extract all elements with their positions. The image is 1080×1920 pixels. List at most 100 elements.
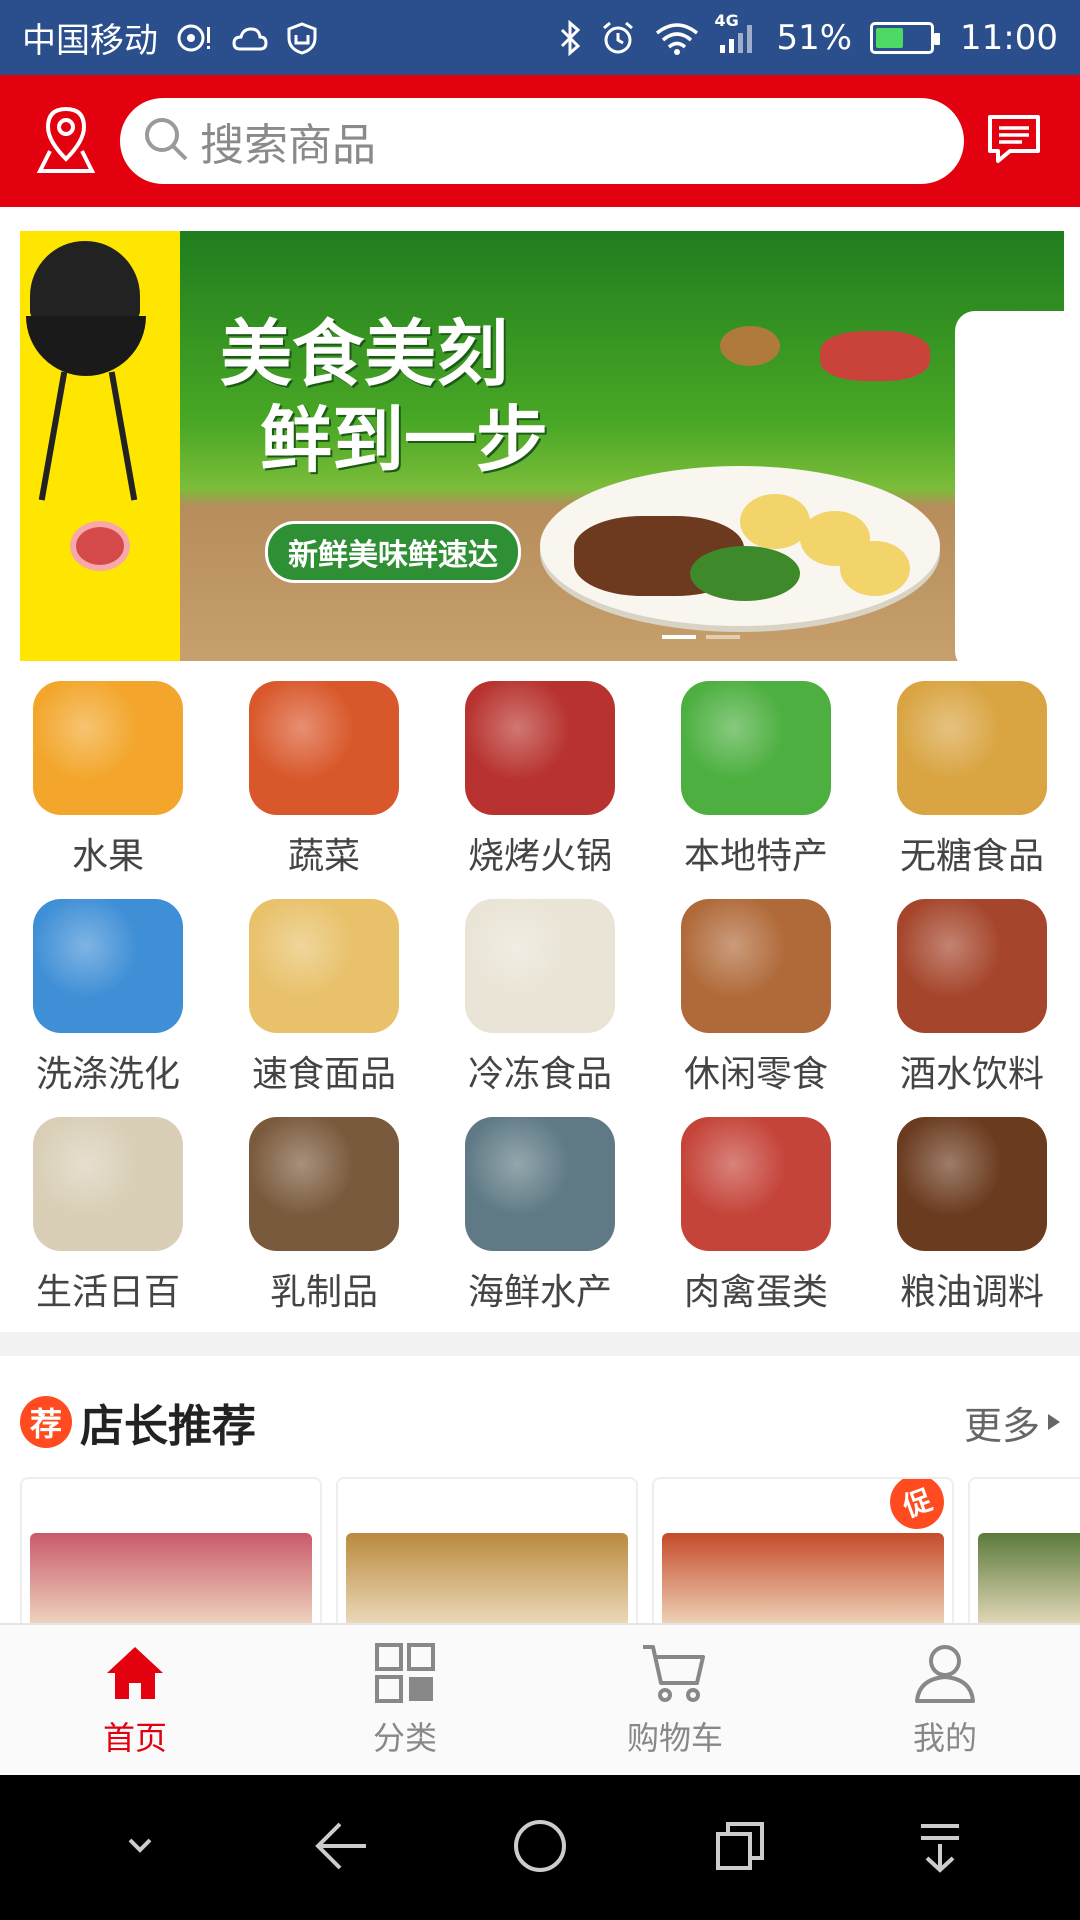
back-button[interactable] — [295, 1803, 385, 1893]
home-circle-icon — [510, 1816, 570, 1880]
product-image — [346, 1533, 628, 1623]
category-item[interactable]: 乳制品 — [216, 1117, 432, 1315]
category-label: 休闲零食 — [683, 1054, 828, 1095]
banner-subtitle: 新鲜美味鲜速达 — [265, 521, 521, 583]
category-label: 烧烤火锅 — [467, 836, 612, 877]
collapse-button[interactable] — [95, 1803, 185, 1893]
category-image — [465, 899, 615, 1033]
status-bar: 中国移动 4G 51% 11:00 — [0, 0, 1080, 75]
category-label: 生活日百 — [35, 1272, 180, 1313]
category-label: 本地特产 — [683, 836, 828, 877]
product-carousel[interactable]: 促 — [20, 1477, 1080, 1623]
banner-title-line2: 鲜到一步 — [260, 397, 549, 482]
category-image — [249, 681, 399, 815]
more-label: 更多 — [963, 1403, 1040, 1448]
system-nav-bar — [0, 1775, 1080, 1920]
grill-leg — [108, 371, 138, 501]
category-item[interactable]: 粮油调料 — [864, 1117, 1080, 1315]
recents-icon — [712, 1818, 768, 1878]
tab-label: 首页 — [102, 1719, 167, 1757]
clock: 11:00 — [960, 17, 1058, 58]
category-image — [897, 1117, 1047, 1251]
category-grid: 水果 蔬菜 烧烤火锅 本地特产 无糖食品洗涤洗化 速食面品 冷冻食品 休闲零食 酒水饮料生活日百… — [0, 681, 1080, 1315]
product-card[interactable] — [968, 1477, 1080, 1623]
category-label: 海鲜水产 — [467, 1272, 612, 1313]
collapse-icon — [120, 1834, 160, 1862]
cart-icon — [641, 1641, 709, 1709]
more-link[interactable]: 更多 — [964, 1395, 1060, 1450]
banner-title: 美食美刻 鲜到一步 — [220, 311, 548, 483]
category-item[interactable]: 无糖食品 — [864, 681, 1080, 879]
network-type: 4G — [714, 10, 739, 30]
user-icon — [913, 1641, 977, 1709]
bluetooth-icon — [558, 19, 582, 56]
main-content[interactable]: 美食美刻 鲜到一步 新鲜美味鲜速达 水果 蔬菜 烧烤火锅 本地特产 无糖食品洗涤洗化 速食… — [0, 207, 1080, 1623]
tab-cart[interactable]: 购物车 — [540, 1625, 810, 1775]
pineapple-image — [720, 326, 780, 366]
category-item[interactable]: 酒水饮料 — [864, 899, 1080, 1097]
category-item[interactable]: 休闲零食 — [648, 899, 864, 1097]
category-image — [897, 899, 1047, 1033]
product-card[interactable] — [336, 1477, 638, 1623]
category-item[interactable]: 肉禽蛋类 — [648, 1117, 864, 1315]
tab-label: 我的 — [912, 1719, 977, 1757]
basil-image — [690, 546, 800, 601]
recommend-header: 荐 店长推荐 更多 — [20, 1392, 1060, 1452]
category-item[interactable]: 蔬菜 — [216, 681, 432, 879]
category-image — [33, 1117, 183, 1251]
search-input[interactable]: 搜索商品 — [120, 98, 964, 184]
arrow-right-icon — [1048, 1414, 1060, 1430]
grill-image — [30, 241, 140, 321]
location-button[interactable] — [26, 101, 106, 181]
home-button[interactable] — [495, 1803, 585, 1893]
notification-pull-button[interactable] — [895, 1803, 985, 1893]
weather-icon — [232, 23, 268, 53]
ham-slice-image — [70, 521, 130, 571]
search-icon — [142, 115, 190, 167]
section-divider — [0, 1332, 1080, 1356]
category-image — [33, 681, 183, 815]
category-label: 酒水饮料 — [899, 1054, 1044, 1095]
category-image — [249, 899, 399, 1033]
category-image — [897, 681, 1047, 815]
banner-current-slide: 美食美刻 鲜到一步 新鲜美味鲜速达 — [180, 231, 1064, 661]
battery-icon — [870, 21, 941, 54]
message-button[interactable] — [974, 101, 1054, 181]
category-label: 蔬菜 — [287, 836, 360, 877]
grill-leg — [38, 371, 68, 501]
banner-dot[interactable] — [662, 635, 696, 639]
promo-banner[interactable]: 美食美刻 鲜到一步 新鲜美味鲜速达 — [20, 231, 1064, 661]
category-label: 粮油调料 — [899, 1272, 1044, 1313]
category-item[interactable]: 水果 — [0, 681, 216, 879]
tab-home[interactable]: 首页 — [0, 1625, 270, 1775]
category-image — [681, 899, 831, 1033]
tab-profile[interactable]: 我的 — [810, 1625, 1080, 1775]
product-card[interactable] — [20, 1477, 322, 1623]
category-item[interactable]: 海鲜水产 — [432, 1117, 648, 1315]
recents-button[interactable] — [695, 1803, 785, 1893]
banner-dot[interactable] — [706, 635, 740, 639]
category-image — [465, 1117, 615, 1251]
category-item[interactable]: 烧烤火锅 — [432, 681, 648, 879]
category-item[interactable]: 速食面品 — [216, 899, 432, 1097]
category-item[interactable]: 冷冻食品 — [432, 899, 648, 1097]
notification-pull-icon — [915, 1818, 965, 1878]
category-image — [249, 1117, 399, 1251]
carrier-name: 中国移动 — [22, 21, 158, 61]
tab-category[interactable]: 分类 — [270, 1625, 540, 1775]
category-item[interactable]: 本地特产 — [648, 681, 864, 879]
banner-title-line1: 美食美刻 — [220, 311, 509, 396]
product-image — [30, 1533, 312, 1623]
product-card[interactable]: 促 — [652, 1477, 954, 1623]
grill-bowl-image — [26, 316, 146, 376]
category-label: 水果 — [71, 836, 144, 877]
category-item[interactable]: 生活日百 — [0, 1117, 216, 1315]
search-placeholder: 搜索商品 — [200, 120, 376, 171]
category-label: 洗涤洗化 — [35, 1054, 180, 1095]
wifi-icon — [654, 21, 700, 55]
category-label: 冷冻食品 — [467, 1054, 612, 1095]
food-plate-image — [540, 466, 940, 626]
category-item[interactable]: 洗涤洗化 — [0, 899, 216, 1097]
back-icon — [310, 1818, 370, 1878]
hotspot-icon — [176, 21, 214, 55]
